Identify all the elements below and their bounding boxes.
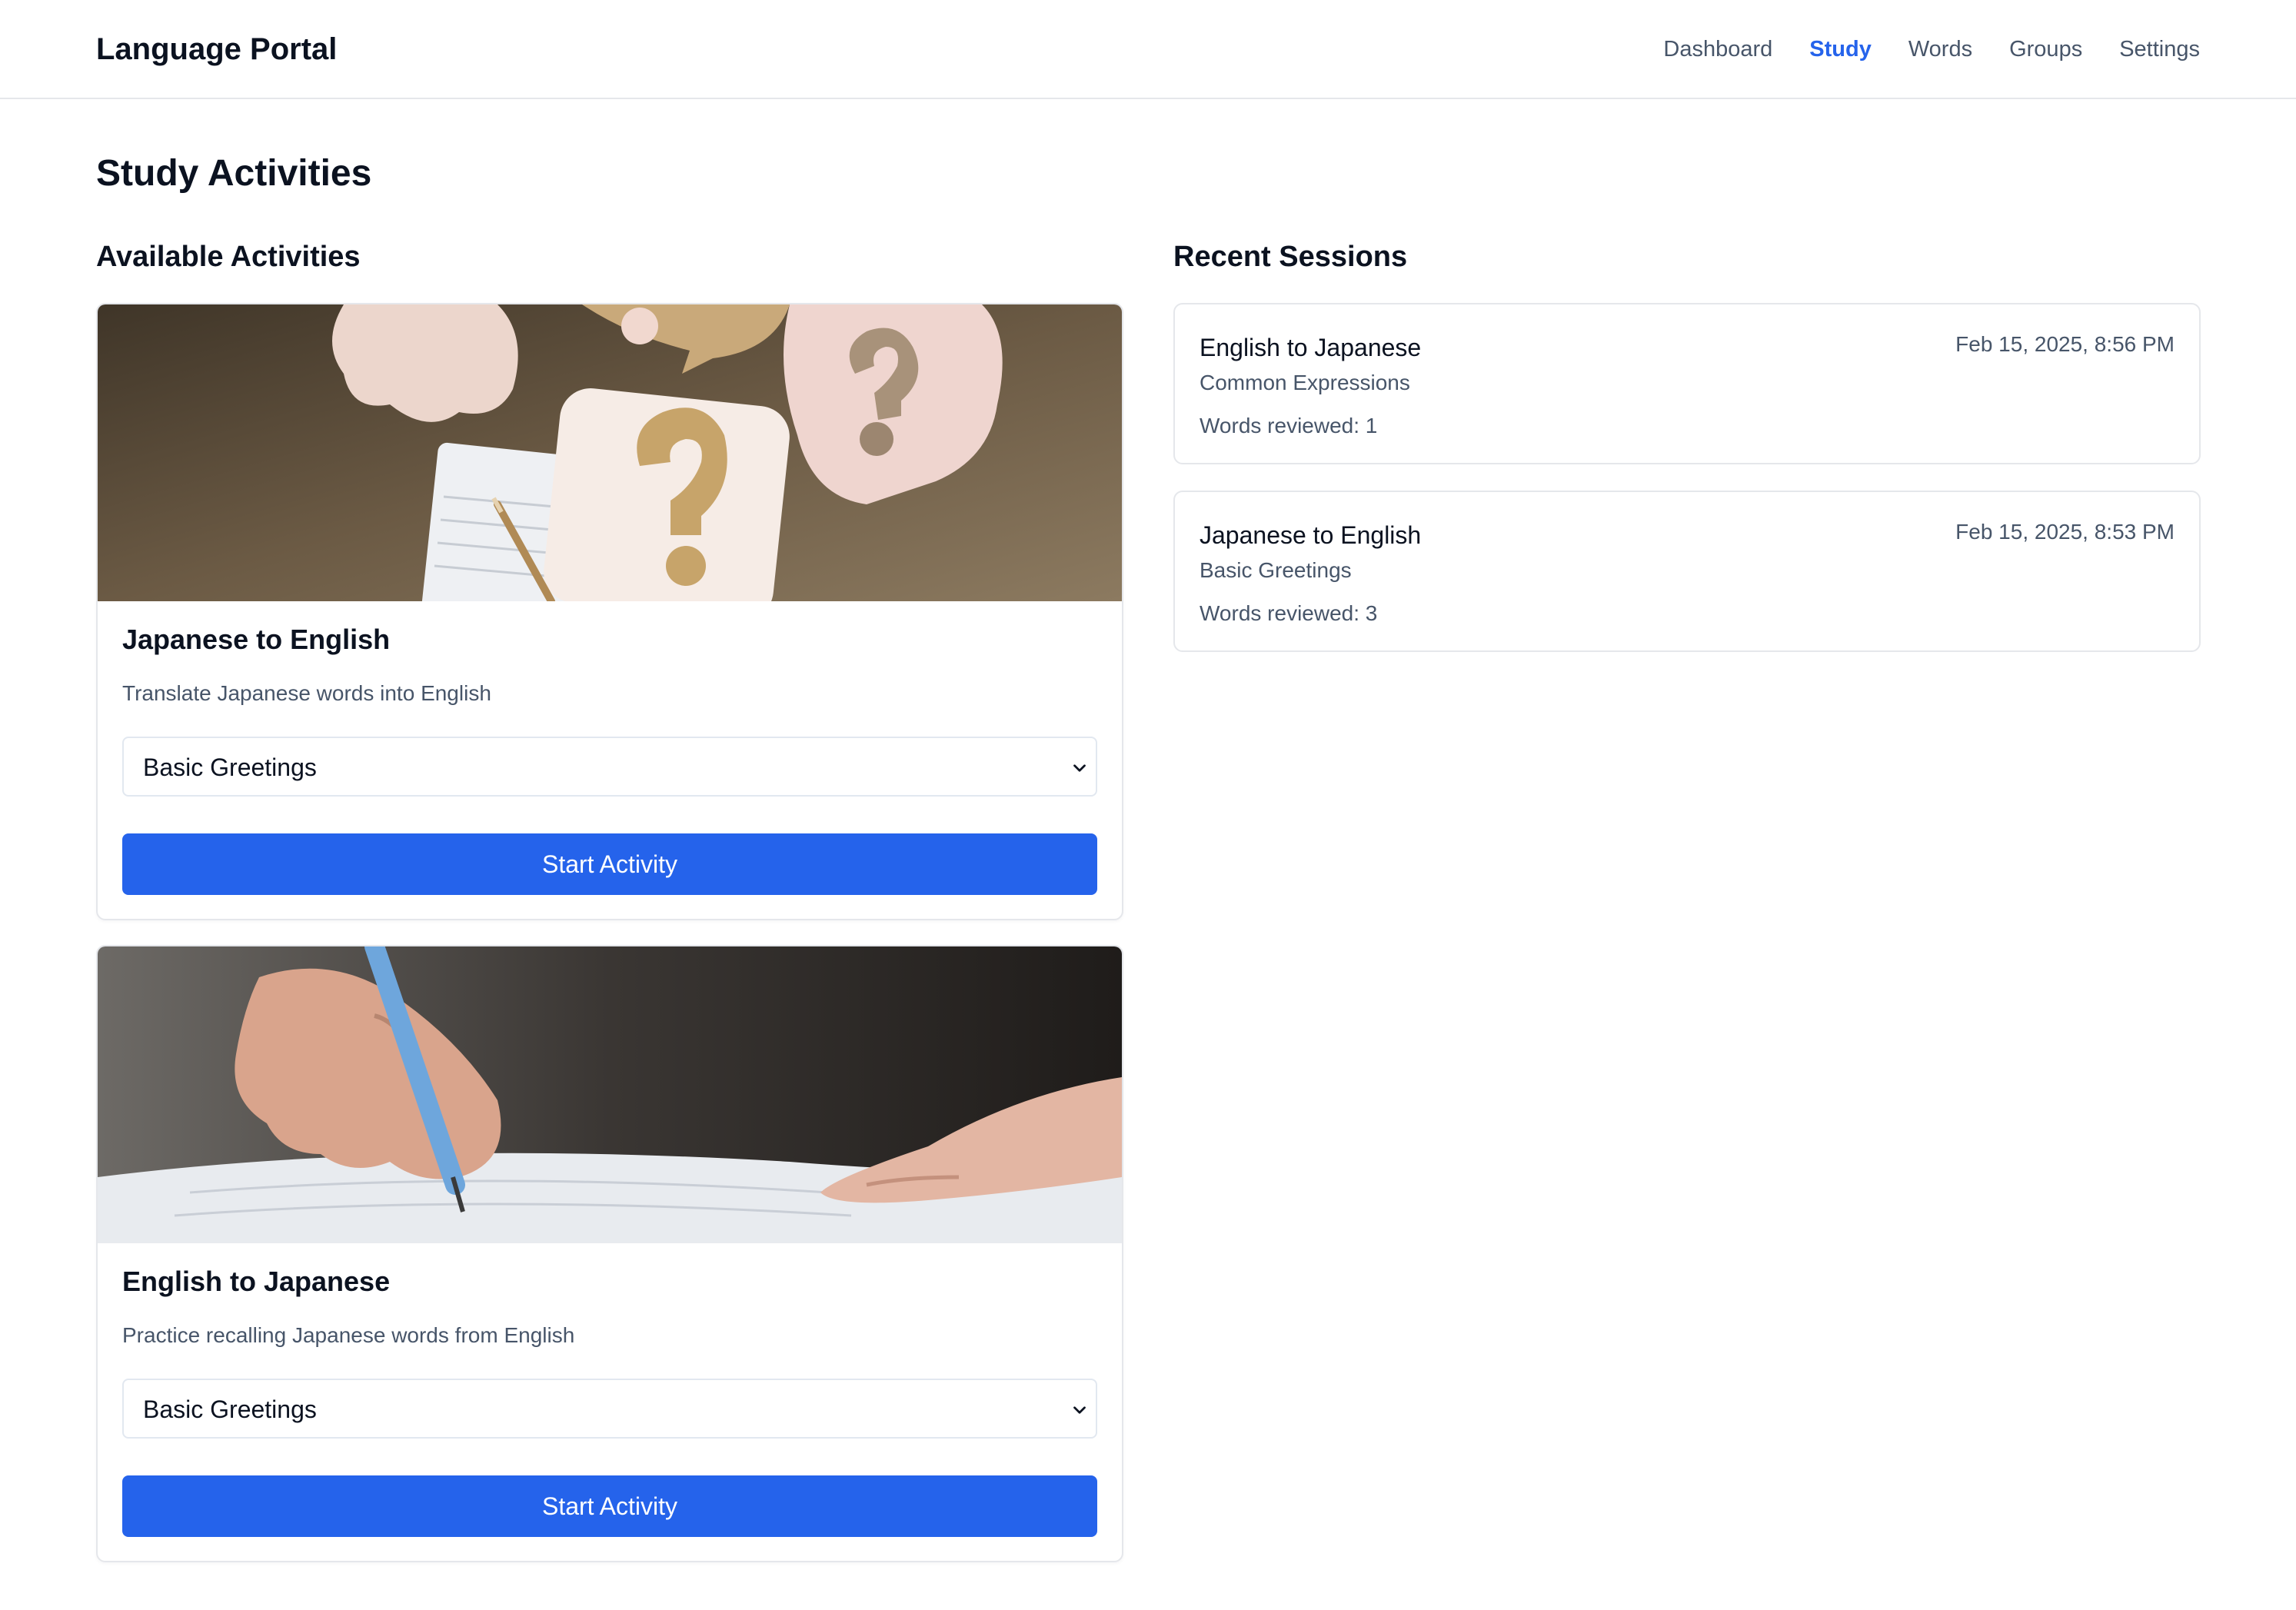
activity-title: Japanese to English — [122, 624, 391, 655]
session-card[interactable]: English to Japanese Common Expressions W… — [1173, 303, 2201, 464]
nav-settings[interactable]: Settings — [2119, 34, 2200, 65]
main-nav: Dashboard Study Words Groups Settings — [1663, 34, 2200, 65]
session-group-name: Basic Greetings — [1200, 558, 1352, 582]
session-activity-name: English to Japanese — [1200, 334, 1422, 361]
available-activities-heading: Available Activities — [96, 241, 361, 273]
nav-groups[interactable]: Groups — [2009, 34, 2082, 65]
group-select-value: Basic Greetings — [143, 753, 317, 781]
start-activity-button[interactable]: Start Activity — [122, 833, 1097, 895]
recent-sessions-heading: Recent Sessions — [1173, 241, 1408, 273]
page-title: Study Activities — [96, 153, 372, 194]
session-words-reviewed: Words reviewed: 3 — [1200, 601, 1378, 625]
activity-card-english-to-japanese: English to Japanese Practice recalling J… — [96, 945, 1123, 1562]
hand-writing-image — [98, 946, 1122, 1243]
session-timestamp: Feb 15, 2025, 8:53 PM — [1955, 520, 2175, 544]
session-words-reviewed: Words reviewed: 1 — [1200, 414, 1378, 437]
group-select-value: Basic Greetings — [143, 1395, 317, 1423]
nav-study[interactable]: Study — [1809, 34, 1872, 65]
session-timestamp: Feb 15, 2025, 8:56 PM — [1955, 332, 2175, 356]
session-activity-name: Japanese to English — [1200, 521, 1422, 549]
group-select[interactable]: Basic Greetings — [122, 737, 1097, 797]
session-card[interactable]: Japanese to English Basic Greetings Word… — [1173, 491, 2201, 652]
start-activity-button[interactable]: Start Activity — [122, 1475, 1097, 1537]
activity-description: Practice recalling Japanese words from E… — [122, 1323, 575, 1347]
group-select[interactable]: Basic Greetings — [122, 1379, 1097, 1439]
question-marks-image — [98, 304, 1122, 601]
activity-description: Translate Japanese words into English — [122, 681, 491, 705]
brand-title[interactable]: Language Portal — [96, 31, 337, 68]
nav-dashboard[interactable]: Dashboard — [1663, 34, 1772, 65]
session-group-name: Common Expressions — [1200, 371, 1410, 394]
chevron-down-icon — [1073, 1406, 1086, 1414]
nav-words[interactable]: Words — [1908, 34, 1972, 65]
top-navigation-bar: Language Portal Dashboard Study Words Gr… — [0, 0, 2296, 99]
activity-card-japanese-to-english: Japanese to English Translate Japanese w… — [96, 303, 1123, 920]
activity-title: English to Japanese — [122, 1266, 391, 1297]
chevron-down-icon — [1073, 764, 1086, 772]
